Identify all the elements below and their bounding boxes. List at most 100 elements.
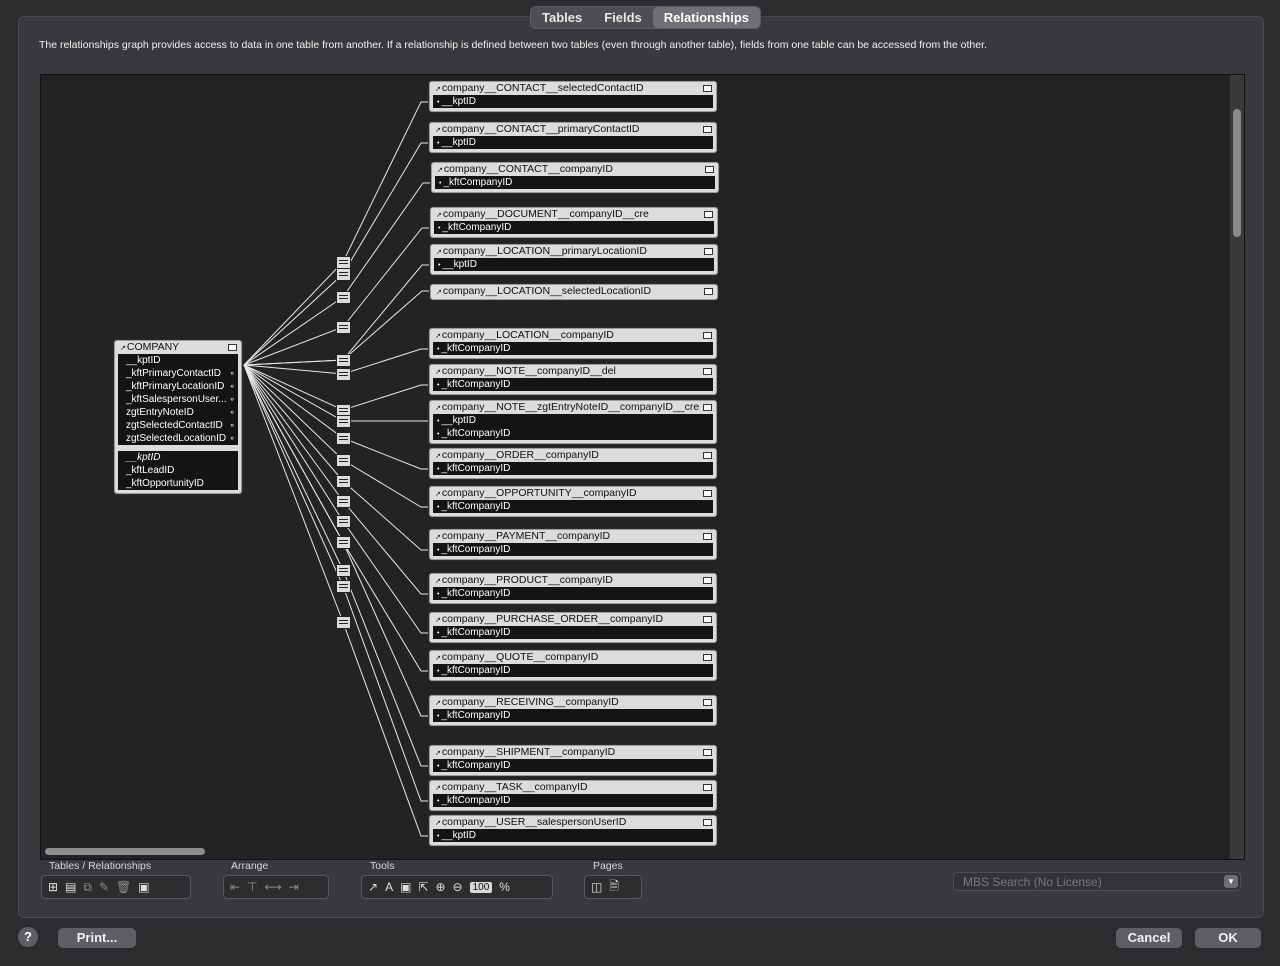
page-breaks-icon[interactable]: ◫ — [591, 880, 602, 894]
table-occurrence[interactable]: ↗company__LOCATION__primaryLocationID • __… — [430, 244, 718, 275]
occurrence-field[interactable]: • _kftCompanyID — [435, 176, 715, 189]
collapse-icon[interactable] — [703, 452, 712, 459]
occurrence-field[interactable]: • _kftCompanyID — [433, 342, 713, 355]
collapse-icon[interactable] — [703, 368, 712, 375]
collapse-icon[interactable] — [703, 577, 712, 584]
collapse-icon[interactable] — [704, 288, 713, 295]
table-occurrence[interactable]: ↗company__PRODUCT__companyID • _kftCompany… — [429, 573, 717, 604]
company-field[interactable]: __kptID — [118, 354, 238, 367]
cancel-button[interactable]: Cancel — [1116, 928, 1182, 948]
relationship-operator-icon[interactable] — [336, 368, 351, 381]
collapse-icon[interactable] — [228, 344, 237, 351]
occurrence-field[interactable]: • _kftCompanyID — [433, 427, 713, 440]
company-field[interactable]: zgtSelectedLocationID — [118, 432, 238, 445]
occurrence-field[interactable]: • _kftCompanyID — [433, 759, 713, 772]
relationship-operator-icon[interactable] — [336, 616, 351, 629]
relationship-operator-icon[interactable] — [336, 354, 351, 367]
relationship-operator-icon[interactable] — [336, 580, 351, 593]
occurrence-field[interactable]: • _kftCompanyID — [434, 221, 714, 234]
collapse-icon[interactable] — [704, 211, 713, 218]
occurrence-field[interactable]: • _kftCompanyID — [433, 664, 713, 677]
relationship-operator-icon[interactable] — [336, 454, 351, 467]
table-occurrence[interactable]: ↗company__DOCUMENT__companyID__cre • _kftC… — [430, 207, 718, 238]
company-field[interactable]: zgtSelectedContactID — [118, 419, 238, 432]
occurrence-field[interactable]: • _kftCompanyID — [433, 587, 713, 600]
zoom-field[interactable]: 100 — [469, 881, 493, 893]
relationship-operator-icon[interactable] — [336, 321, 351, 334]
table-occurrence[interactable]: ↗company__USER__salespersonUserID • __kptI… — [429, 815, 717, 846]
help-button[interactable]: ? — [18, 927, 38, 947]
occurrence-field[interactable]: • _kftCompanyID — [433, 543, 713, 556]
collapse-icon[interactable] — [705, 166, 714, 173]
pointer-icon[interactable]: ↗ — [368, 880, 378, 894]
vertical-scroll-thumb[interactable] — [1233, 109, 1241, 237]
edit-icon[interactable]: ✎ — [99, 880, 109, 894]
tab-tables[interactable]: Tables — [531, 7, 593, 28]
tab-relationships[interactable]: Relationships — [652, 7, 761, 28]
table-occurrence[interactable]: ↗company__CONTACT__primaryContactID • __kp… — [429, 122, 717, 153]
distribute-icon[interactable]: ⟷ — [265, 880, 282, 894]
chevron-down-icon[interactable]: ▼ — [1224, 875, 1238, 888]
company-field[interactable]: _kftSalespersonUser... — [118, 393, 238, 406]
select-related-icon[interactable]: ⇱ — [418, 880, 428, 894]
occurrence-field[interactable]: • _kftCompanyID — [433, 626, 713, 639]
table-occurrence[interactable]: ↗company__QUOTE__companyID • _kftCompanyID — [429, 650, 717, 681]
occurrence-field[interactable]: • _kftCompanyID — [433, 462, 713, 475]
text-tool-icon[interactable]: A — [385, 880, 393, 894]
company-extra-field[interactable]: __kptID — [118, 451, 238, 464]
relationship-operator-icon[interactable] — [336, 475, 351, 488]
add-relationship-icon[interactable]: ▤ — [65, 880, 76, 894]
company-field[interactable]: _kftPrimaryContactID — [118, 367, 238, 380]
table-occurrence[interactable]: ↗company__LOCATION__selectedLocationID — [430, 284, 718, 300]
relationship-operator-icon[interactable] — [336, 536, 351, 549]
collapse-icon[interactable] — [703, 85, 712, 92]
collapse-icon[interactable] — [703, 654, 712, 661]
table-occurrence[interactable]: ↗company__NOTE__companyID__del • _kftCompa… — [429, 364, 717, 395]
company-extra-field[interactable]: _kftLeadID — [118, 464, 238, 477]
relationship-operator-icon[interactable] — [336, 564, 351, 577]
horizontal-scroll-thumb[interactable] — [45, 848, 205, 855]
table-occurrence[interactable]: ↗company__RECEIVING__companyID • _kftCompa… — [429, 695, 717, 726]
collapse-icon[interactable] — [703, 749, 712, 756]
relationships-graph[interactable]: ↗COMPANY __kptID_kftPrimaryContactID_kft… — [40, 74, 1245, 860]
table-occurrence[interactable]: ↗company__NOTE__zgtEntryNoteID__companyI… — [429, 400, 717, 444]
occurrence-field[interactable]: • __kptID — [433, 136, 713, 149]
print-button[interactable]: Print... — [58, 928, 136, 948]
occurrence-field[interactable]: • _kftCompanyID — [433, 794, 713, 807]
collapse-icon[interactable] — [703, 616, 712, 623]
occurrence-field[interactable]: • _kftCompanyID — [433, 500, 713, 513]
align-top-icon[interactable]: ⊤ — [247, 880, 257, 894]
collapse-icon[interactable] — [703, 332, 712, 339]
collapse-icon[interactable] — [703, 784, 712, 791]
table-occurrence[interactable]: ↗company__SHIPMENT__companyID • _kftCompan… — [429, 745, 717, 776]
table-occurrence[interactable]: ↗company__OPPORTUNITY__companyID • _kftCom… — [429, 486, 717, 517]
relationship-operator-icon[interactable] — [336, 495, 351, 508]
collapse-icon[interactable] — [703, 699, 712, 706]
table-occurrence[interactable]: ↗company__TASK__companyID • _kftCompanyID — [429, 780, 717, 811]
table-occurrence[interactable]: ↗company__CONTACT__selectedContactID • __k… — [429, 81, 717, 112]
table-occurrence[interactable]: ↗company__PURCHASE_ORDER__companyID • _kft… — [429, 612, 717, 643]
relationship-operator-icon[interactable] — [336, 515, 351, 528]
tab-fields[interactable]: Fields — [593, 7, 653, 28]
align-left-icon[interactable]: ⇤ — [230, 880, 240, 894]
relationship-operator-icon[interactable] — [336, 415, 351, 428]
collapse-icon[interactable] — [703, 533, 712, 540]
occurrence-field[interactable]: • __kptID — [433, 829, 713, 842]
occurrence-field[interactable]: • __kptID — [434, 258, 714, 271]
table-occurrence[interactable]: ↗company__CONTACT__companyID • _kftCompany… — [431, 162, 719, 193]
collapse-icon[interactable] — [703, 126, 712, 133]
occurrence-field[interactable]: • __kptID — [433, 414, 713, 427]
collapse-icon[interactable] — [703, 490, 712, 497]
ok-button[interactable]: OK — [1195, 928, 1261, 948]
company-field[interactable]: zgtEntryNoteID — [118, 406, 238, 419]
add-table-icon[interactable]: ⊞ — [48, 880, 58, 894]
color-swatch-icon[interactable]: ▣ — [138, 880, 149, 894]
table-occurrence-company[interactable]: ↗COMPANY __kptID_kftPrimaryContactID_kft… — [114, 340, 242, 494]
company-field[interactable]: _kftPrimaryLocationID — [118, 380, 238, 393]
duplicate-icon[interactable]: ⧉ — [83, 880, 92, 895]
relationship-operator-icon[interactable] — [336, 432, 351, 445]
mbs-search-select[interactable]: MBS Search (No License) ▼ — [953, 872, 1241, 891]
collapse-icon[interactable] — [704, 248, 713, 255]
note-icon[interactable]: ▣ — [400, 880, 411, 894]
collapse-icon[interactable] — [703, 404, 712, 411]
